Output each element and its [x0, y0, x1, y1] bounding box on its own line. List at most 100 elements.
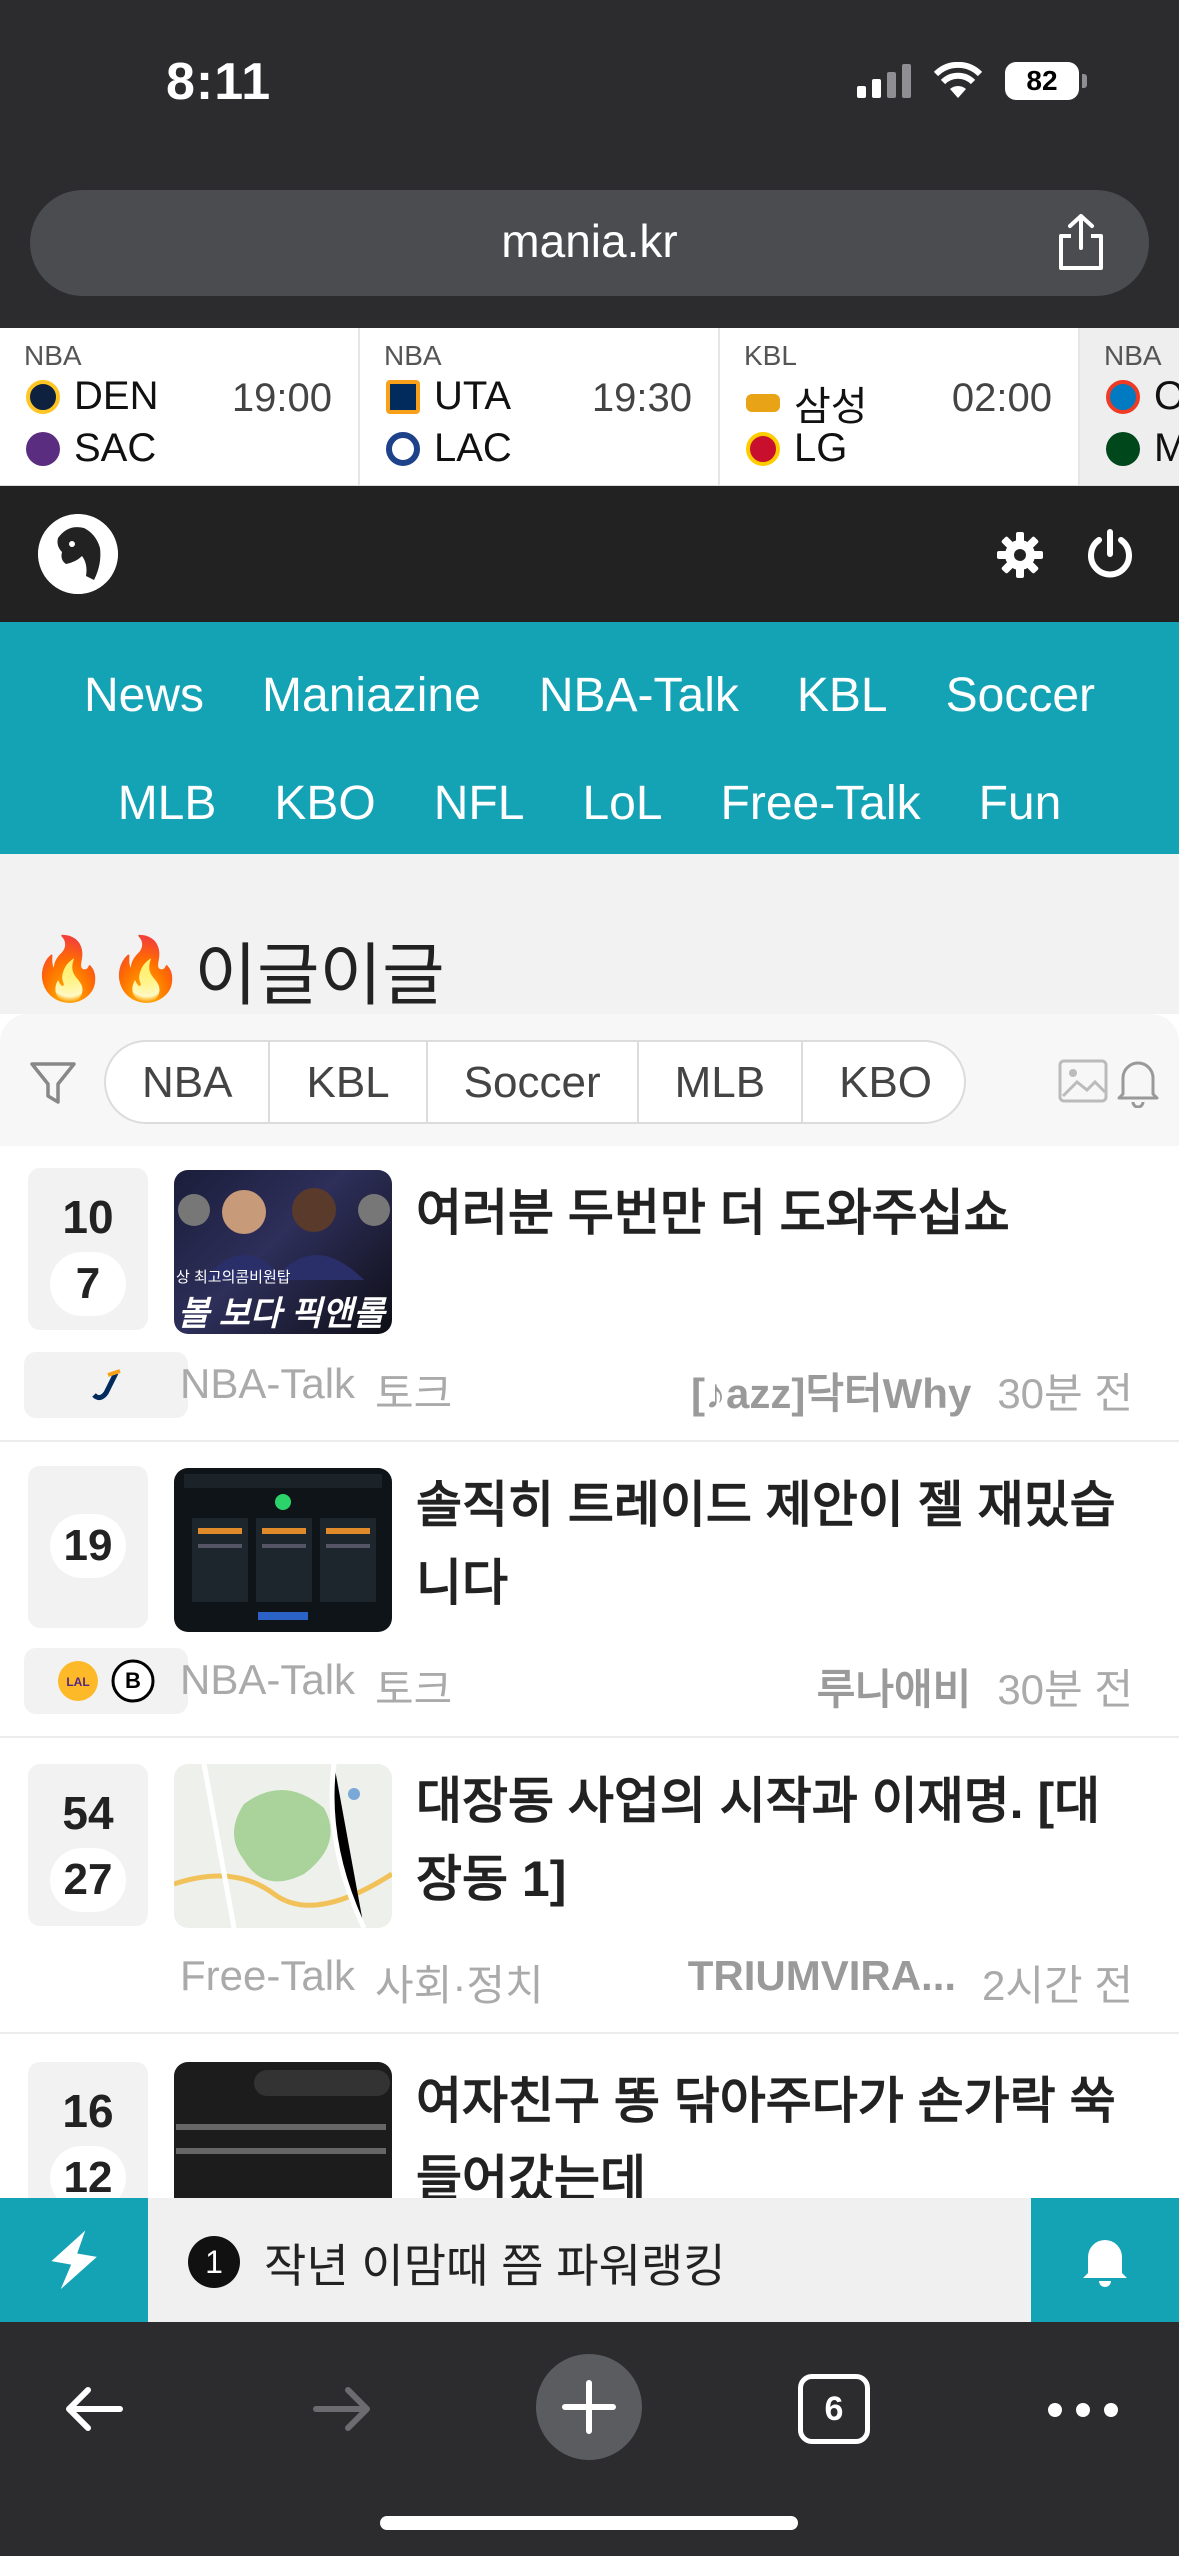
vote-count-bubble: 27	[50, 1848, 126, 1912]
gear-icon[interactable]	[995, 530, 1045, 580]
post-title[interactable]: 여러분 두번만 더 도와주십쇼	[416, 1174, 1139, 1252]
filter-chip-kbl[interactable]: KBL	[270, 1042, 428, 1122]
mania-logo-icon[interactable]	[38, 514, 118, 594]
battery-indicator: 82	[1005, 62, 1087, 100]
post-thumbnail[interactable]	[174, 1468, 392, 1632]
more-options-icon[interactable]	[1045, 2380, 1121, 2440]
game-time: 19:30	[591, 376, 692, 420]
vote-count-bubble: 12	[50, 2146, 126, 2198]
team-badge: LAL B	[24, 1648, 188, 1714]
section-title-text: 이글이글	[194, 938, 445, 1014]
tabs-button[interactable]: 6	[798, 2374, 870, 2444]
post-time: 30분 전	[997, 1666, 1133, 1713]
post-author[interactable]: 루나애비	[817, 1656, 972, 1717]
vote-count-top: 54	[62, 1787, 114, 1839]
team-name: LG	[794, 426, 848, 470]
post-time: 2시간 전	[982, 1962, 1133, 2009]
plus-icon	[562, 2380, 616, 2434]
post-item[interactable]: 54 27 대장동 사업의 시작과 이재명. [대장동 1] Free-Talk…	[0, 1738, 1179, 2034]
section-header: 🔥🔥 이글이글	[0, 854, 1179, 1014]
game-card[interactable]: NBA DEN SAC 19:00	[0, 328, 360, 485]
post-board[interactable]: NBA-Talk	[180, 1360, 355, 1421]
filter-chips: NBA KBL Soccer MLB KBO	[104, 1040, 966, 1124]
post-item[interactable]: 19 솔직히 트레이드 제안이 젤 재밌습니다 LAL B NBA-Talk 토…	[0, 1442, 1179, 1738]
team-name: DEN	[74, 374, 159, 418]
team-name: UTA	[434, 374, 512, 418]
nav-item-nba-talk[interactable]: NBA-Talk	[510, 652, 768, 739]
lightning-icon	[51, 2230, 97, 2290]
scoreboard: NBA DEN SAC 19:00 NBA UTA LAC 19:30 KBL …	[0, 328, 1179, 486]
nav-item-kbo[interactable]: KBO	[245, 760, 404, 847]
post-title[interactable]: 대장동 사업의 시작과 이재명. [대장동 1]	[416, 1762, 1139, 1918]
url-bar[interactable]: mania.kr	[30, 190, 1149, 296]
team-logo-icon	[26, 431, 60, 466]
nav-item-news[interactable]: News	[55, 652, 233, 739]
team-logo-icon	[1106, 379, 1140, 414]
nav-item-fun[interactable]: Fun	[950, 760, 1091, 847]
svg-text:B: B	[125, 1668, 141, 1693]
game-league: NBA	[24, 340, 82, 371]
new-tab-button[interactable]	[536, 2354, 642, 2460]
post-author[interactable]: [♪azz]닥터Why	[691, 1360, 971, 1421]
bell-outline-icon[interactable]	[1113, 1054, 1163, 1108]
game-league: NBA	[384, 340, 442, 371]
post-category: 토크	[375, 1666, 453, 1713]
fire-icon: 🔥🔥	[30, 935, 185, 1004]
filter-chip-nba[interactable]: NBA	[106, 1042, 271, 1122]
thumbnail-text: 볼 보다 픽앤롤	[178, 1295, 385, 1333]
ranking-banner[interactable]: 1 작년 이맘때 쯤 파워랭킹	[0, 2198, 1179, 2322]
filter-icon[interactable]	[28, 1060, 78, 1108]
post-time: 30분 전	[997, 1370, 1133, 1417]
post-meta: NBA-Talk 토크 루나애비 30분 전	[180, 1656, 1133, 1717]
post-author[interactable]: TRIUMVIRA...	[688, 1952, 956, 2013]
nav-item-nfl[interactable]: NFL	[405, 760, 554, 847]
post-category: 사회·정치	[375, 1962, 544, 2009]
thumbnail-map-image	[174, 1764, 392, 1928]
bolt-button[interactable]	[0, 2198, 148, 2322]
vote-count-bubble: 19	[50, 1514, 126, 1578]
post-item[interactable]: 10 7 상 최고의콤비원탑 볼 보다 픽앤롤 여러분 두번만 더 도와주십쇼 …	[0, 1146, 1179, 1442]
nav-item-maniazine[interactable]: Maniazine	[233, 652, 510, 739]
post-thumbnail[interactable]: 상 최고의콤비원탑 볼 보다 픽앤롤	[174, 1170, 392, 1334]
thumbnail-trade-machine-image	[184, 1474, 382, 1620]
nav-item-kbl[interactable]: KBL	[768, 652, 917, 739]
vote-box: 10 7	[28, 1168, 148, 1330]
wifi-icon	[933, 62, 983, 98]
svg-text:LAL: LAL	[66, 1675, 89, 1689]
game-league: NBA	[1104, 340, 1162, 371]
game-card[interactable]: KBL 삼성 LG 02:00	[720, 328, 1080, 485]
vote-count-bubble: 7	[50, 1252, 126, 1316]
vote-box: 19	[28, 1466, 148, 1628]
rank-text[interactable]: 작년 이맘때 쯤 파워랭킹	[264, 2230, 726, 2296]
post-thumbnail[interactable]	[174, 1764, 392, 1928]
power-icon[interactable]	[1083, 528, 1137, 582]
back-arrow-icon[interactable]	[60, 2374, 130, 2444]
notification-button[interactable]	[1031, 2198, 1179, 2322]
home-indicator[interactable]	[380, 2516, 798, 2530]
vote-box: 16 12	[28, 2062, 148, 2198]
post-item[interactable]: 16 12 여자친구 똥 닦아주다가 손가락 쑥 들어갔는데	[0, 2034, 1179, 2198]
game-card[interactable]: NBA O M	[1080, 328, 1179, 485]
post-title[interactable]: 여자친구 똥 닦아주다가 손가락 쑥 들어갔는데	[416, 2062, 1139, 2198]
team-name: M	[1154, 426, 1179, 471]
forward-arrow-icon[interactable]	[306, 2374, 376, 2444]
post-title[interactable]: 솔직히 트레이드 제안이 젤 재밌습니다	[416, 1466, 1139, 1622]
team-name: O	[1154, 374, 1179, 419]
filter-chip-kbo[interactable]: KBO	[803, 1042, 964, 1122]
nav-item-mlb[interactable]: MLB	[89, 760, 246, 847]
vote-count-top: 16	[62, 2085, 114, 2137]
game-league: KBL	[744, 340, 797, 371]
post-board[interactable]: Free-Talk	[180, 1952, 355, 2013]
post-board[interactable]: NBA-Talk	[180, 1656, 355, 1717]
nav-item-lol[interactable]: LoL	[553, 760, 691, 847]
game-card[interactable]: NBA UTA LAC 19:30	[360, 328, 720, 485]
nav-item-free-talk[interactable]: Free-Talk	[692, 760, 950, 847]
post-thumbnail[interactable]	[174, 2062, 392, 2198]
filter-chip-mlb[interactable]: MLB	[639, 1042, 804, 1122]
game-time: 02:00	[951, 376, 1052, 420]
image-filter-icon[interactable]	[1057, 1058, 1109, 1104]
nav-item-soccer[interactable]: Soccer	[917, 652, 1124, 739]
filter-chip-soccer[interactable]: Soccer	[428, 1042, 639, 1122]
share-icon[interactable]	[1053, 212, 1109, 272]
lakers-logo-icon: LAL	[58, 1661, 98, 1701]
